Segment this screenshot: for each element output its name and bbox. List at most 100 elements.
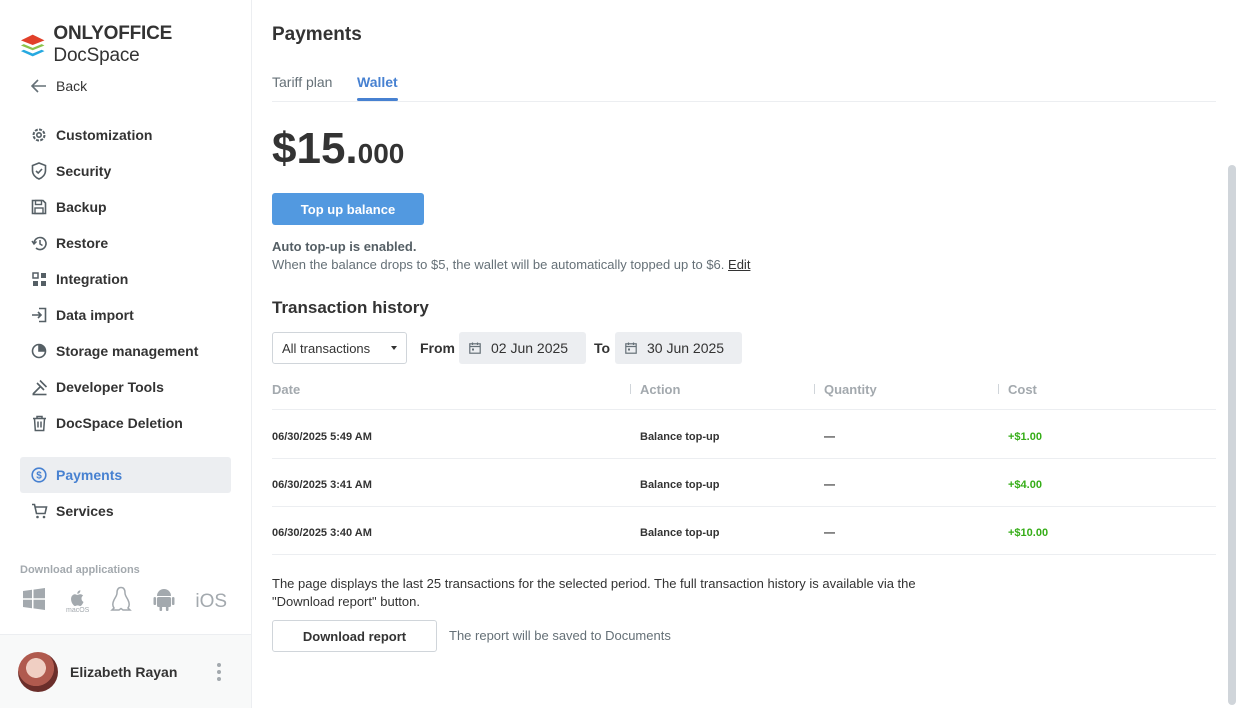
column-resize-handle[interactable] <box>998 384 999 394</box>
cart-icon <box>30 502 48 520</box>
from-date-picker[interactable]: 02 Jun 2025 <box>459 332 586 364</box>
calendar-icon <box>469 342 481 354</box>
sidebar-item-label: Restore <box>56 235 109 251</box>
sidebar-item-restore[interactable]: Restore <box>20 225 231 261</box>
user-name: Elizabeth Rayan <box>70 663 178 680</box>
row-action: Balance top-up <box>640 431 720 443</box>
arrow-left-icon <box>30 77 48 95</box>
balance-integer: $15. <box>272 124 358 173</box>
calendar-icon <box>625 342 637 354</box>
transaction-history-title: Transaction history <box>272 298 429 317</box>
grid-icon <box>30 270 48 288</box>
top-up-balance-button[interactable]: Top up balance <box>272 193 424 225</box>
column-header-quantity[interactable]: Quantity <box>824 382 877 397</box>
page-title: Payments <box>272 24 362 45</box>
linux-icon[interactable] <box>109 586 133 617</box>
dollar-icon: $ <box>30 466 48 484</box>
table-header: Date Action Quantity Cost <box>272 376 1216 410</box>
sidebar-item-label: Data import <box>56 307 134 323</box>
main-content: Payments Tariff plan Wallet $15.000 Top … <box>272 0 1216 708</box>
download-apps-list: macOS iOS <box>22 586 227 617</box>
download-report-button[interactable]: Download report <box>272 620 437 652</box>
macos-icon[interactable]: macOS <box>66 589 89 615</box>
sidebar-item-label: Backup <box>56 199 107 215</box>
sidebar-item-label: Payments <box>56 467 123 483</box>
sidebar-item-label: Storage management <box>56 343 199 359</box>
logo[interactable]: ONLYOFFICE DocSpace <box>20 23 251 67</box>
sidebar: ONLYOFFICE DocSpace Back Customization S… <box>0 0 252 708</box>
scrollbar[interactable] <box>1228 165 1236 705</box>
row-quantity: — <box>824 479 835 491</box>
svg-text:$: $ <box>36 471 42 482</box>
to-label: To <box>594 340 611 356</box>
shield-icon <box>30 162 48 180</box>
row-cost: +$10.00 <box>1008 527 1049 539</box>
download-apps-title: Download applications <box>20 564 140 576</box>
sidebar-item-label: Integration <box>56 271 129 287</box>
sidebar-item-label: DocSpace Deletion <box>56 415 183 431</box>
sidebar-item-label: Developer Tools <box>56 379 164 395</box>
onlyoffice-logo-icon <box>20 34 45 56</box>
import-icon <box>30 306 48 324</box>
row-action: Balance top-up <box>640 527 720 539</box>
column-resize-handle[interactable] <box>630 384 631 394</box>
sidebar-item-security[interactable]: Security <box>20 153 231 189</box>
sidebar-item-services[interactable]: Services <box>20 493 231 529</box>
to-date-picker[interactable]: 30 Jun 2025 <box>615 332 742 364</box>
auto-topup-text: When the balance drops to $5, the wallet… <box>272 257 725 272</box>
column-header-action[interactable]: Action <box>640 382 680 397</box>
sidebar-item-storage-management[interactable]: Storage management <box>20 333 231 369</box>
row-action: Balance top-up <box>640 479 720 491</box>
back-label: Back <box>56 78 88 94</box>
column-resize-handle[interactable] <box>814 384 815 394</box>
tools-icon <box>30 378 48 396</box>
column-header-cost[interactable]: Cost <box>1008 382 1037 397</box>
avatar[interactable] <box>18 651 58 692</box>
windows-icon[interactable] <box>22 587 46 616</box>
table-row: 06/30/2025 5:49 AM Balance top-up — +$1.… <box>272 411 1216 459</box>
auto-topup-status: Auto top-up is enabled. <box>272 239 417 254</box>
macos-label: macOS <box>66 606 90 614</box>
transactions-note: The page displays the last 25 transactio… <box>272 576 916 609</box>
row-date: 06/30/2025 3:40 AM <box>272 527 372 539</box>
table-row: 06/30/2025 3:41 AM Balance top-up — +$4.… <box>272 459 1216 507</box>
gear-icon <box>30 126 48 144</box>
auto-topup-description: When the balance drops to $5, the wallet… <box>272 257 750 272</box>
transaction-type-select[interactable]: All transactions <box>272 332 407 364</box>
row-date: 06/30/2025 5:49 AM <box>272 431 372 443</box>
sidebar-item-label: Security <box>56 163 112 179</box>
restore-icon <box>30 234 48 252</box>
sidebar-item-developer-tools[interactable]: Developer Tools <box>20 369 231 405</box>
sidebar-item-docspace-deletion[interactable]: DocSpace Deletion <box>20 405 231 441</box>
tab-tariff-plan[interactable]: Tariff plan <box>272 74 332 101</box>
sidebar-item-data-import[interactable]: Data import <box>20 297 231 333</box>
from-label: From <box>420 340 455 356</box>
tab-wallet[interactable]: Wallet <box>357 74 398 101</box>
android-icon[interactable] <box>153 586 175 617</box>
sidebar-item-backup[interactable]: Backup <box>20 189 231 225</box>
sidebar-item-payments[interactable]: $ Payments <box>20 457 231 493</box>
table-row: 06/30/2025 3:40 AM Balance top-up — +$10… <box>272 507 1216 555</box>
back-button[interactable]: Back <box>20 68 231 104</box>
logo-brand: ONLYOFFICE <box>53 23 173 44</box>
pie-icon <box>30 342 48 360</box>
ios-icon[interactable]: iOS <box>195 591 227 613</box>
sidebar-item-customization[interactable]: Customization <box>20 117 231 153</box>
row-quantity: — <box>824 431 835 443</box>
sidebar-item-label: Customization <box>56 127 153 143</box>
edit-auto-topup-link[interactable]: Edit <box>728 257 750 272</box>
floppy-icon <box>30 198 48 216</box>
chevron-down-icon <box>391 346 397 350</box>
sidebar-item-integration[interactable]: Integration <box>20 261 231 297</box>
to-date-value: 30 Jun 2025 <box>647 340 725 356</box>
transaction-type-value: All transactions <box>282 340 371 356</box>
user-profile[interactable]: Elizabeth Rayan <box>0 634 251 708</box>
row-quantity: — <box>824 527 835 539</box>
more-options-icon[interactable] <box>217 663 221 681</box>
row-cost: +$1.00 <box>1008 431 1042 443</box>
sidebar-item-label: Services <box>56 503 114 519</box>
column-header-date[interactable]: Date <box>272 382 300 397</box>
from-date-value: 02 Jun 2025 <box>491 340 569 356</box>
report-save-note: The report will be saved to Documents <box>449 628 671 643</box>
wallet-balance: $15.000 <box>272 124 404 174</box>
